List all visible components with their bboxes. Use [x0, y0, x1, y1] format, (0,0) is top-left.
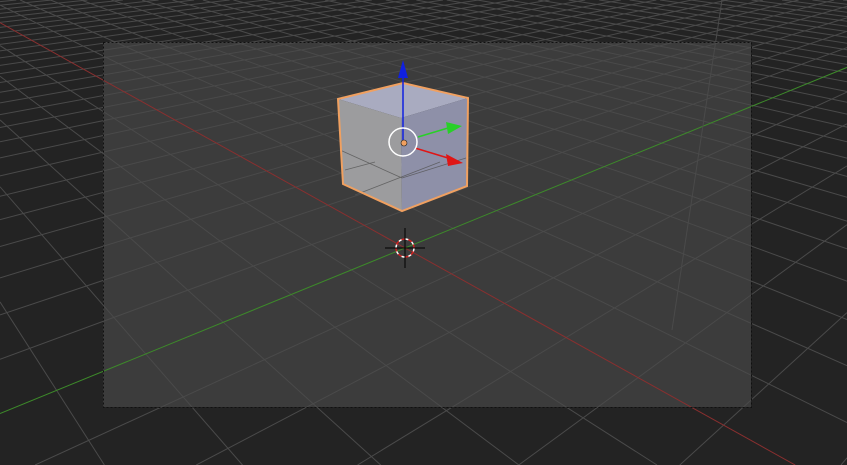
grid-line — [842, 0, 847, 1]
origin-dot-icon — [400, 139, 408, 147]
viewport-canvas[interactable] — [0, 0, 847, 465]
3d-viewport[interactable] — [0, 0, 847, 465]
